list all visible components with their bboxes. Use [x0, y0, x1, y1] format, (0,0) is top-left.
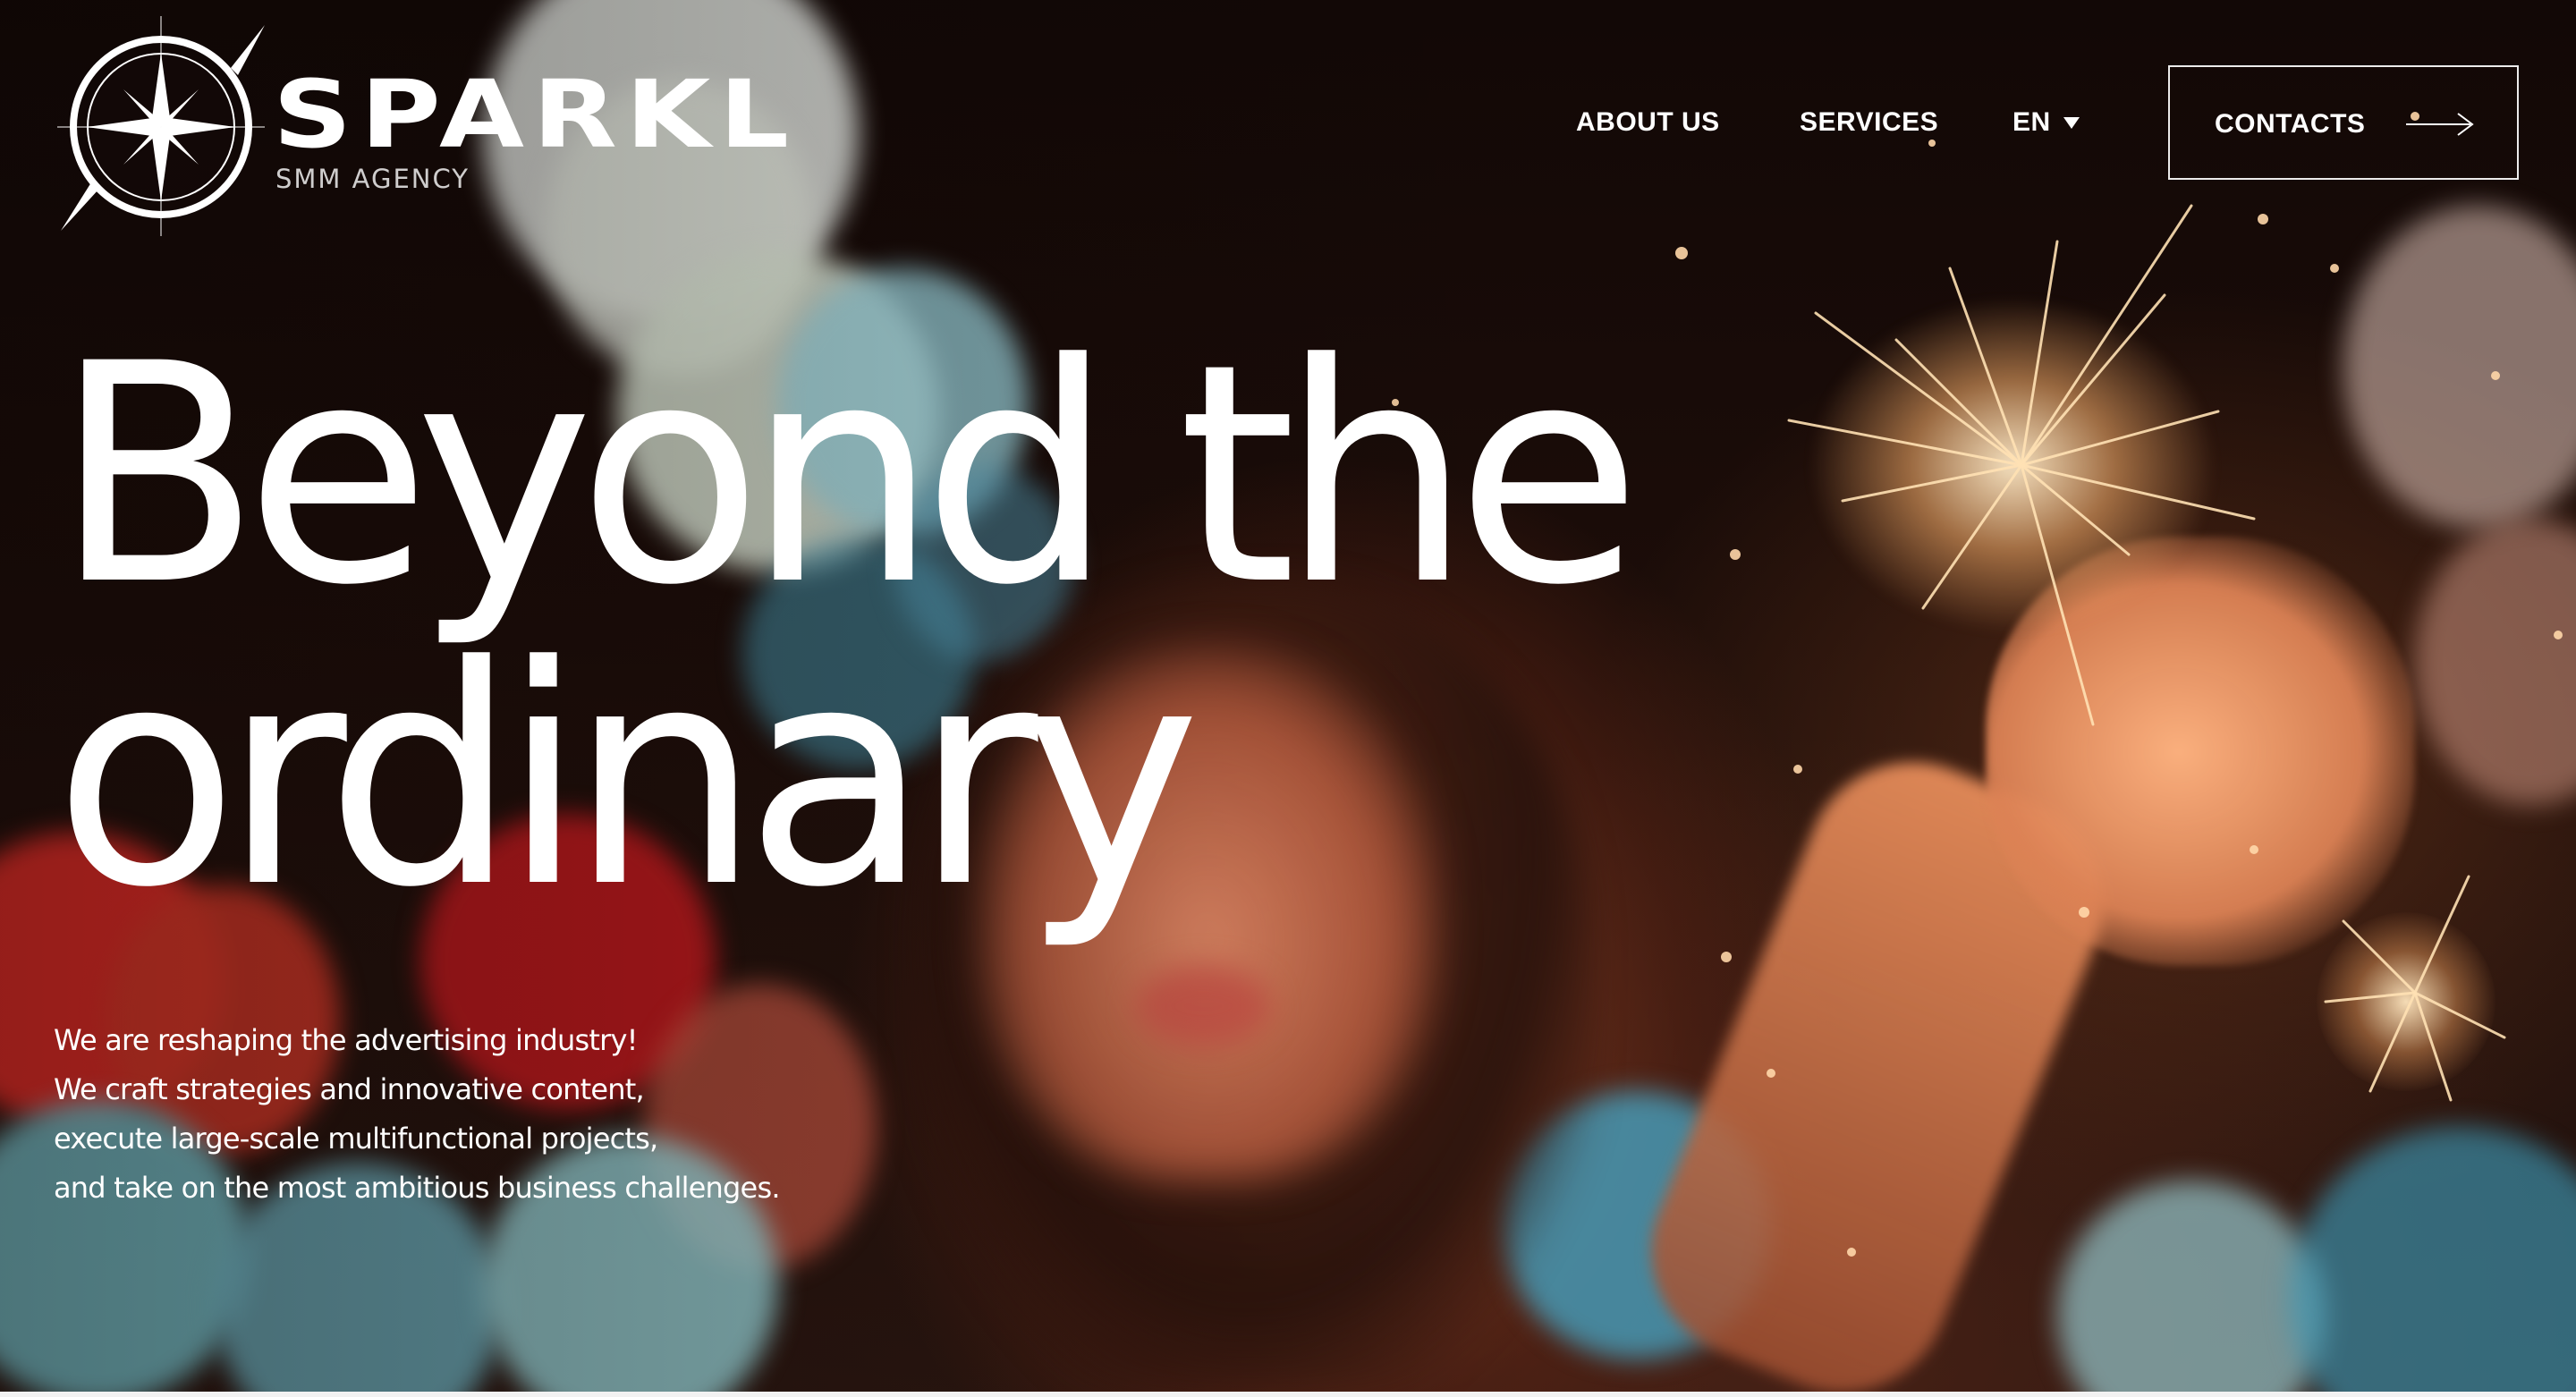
language-label: EN [2012, 107, 2051, 137]
brand-name: SPARKL [273, 60, 798, 169]
arrow-right-icon [2406, 113, 2474, 136]
nav-services[interactable]: SERVICES [1800, 107, 1938, 138]
brand-logo[interactable]: SPARKL SMM AGENCY [54, 13, 789, 236]
brand-tagline: SMM AGENCY [275, 164, 470, 194]
hero-description: We are reshaping the advertising industr… [54, 1016, 1038, 1213]
compass-star-icon [57, 16, 265, 236]
page-bottom-edge [0, 1392, 2576, 1397]
nav-about-us[interactable]: ABOUT US [1576, 107, 1720, 138]
contacts-label: CONTACTS [2215, 109, 2366, 139]
description-line: and take on the most ambitious business … [54, 1171, 780, 1205]
hero-headline: Beyond the ordinary [54, 324, 1753, 928]
headline-line-1: Beyond the [54, 299, 1642, 651]
caret-down-icon [2063, 116, 2080, 129]
language-selector[interactable]: EN [2012, 107, 2080, 138]
contacts-button[interactable]: CONTACTS [2168, 65, 2519, 180]
description-line: We craft strategies and innovative conte… [54, 1072, 645, 1106]
headline-line-2: ordinary [54, 601, 1201, 953]
description-line: We are reshaping the advertising industr… [54, 1023, 638, 1057]
description-line: execute large-scale multifunctional proj… [54, 1122, 658, 1156]
